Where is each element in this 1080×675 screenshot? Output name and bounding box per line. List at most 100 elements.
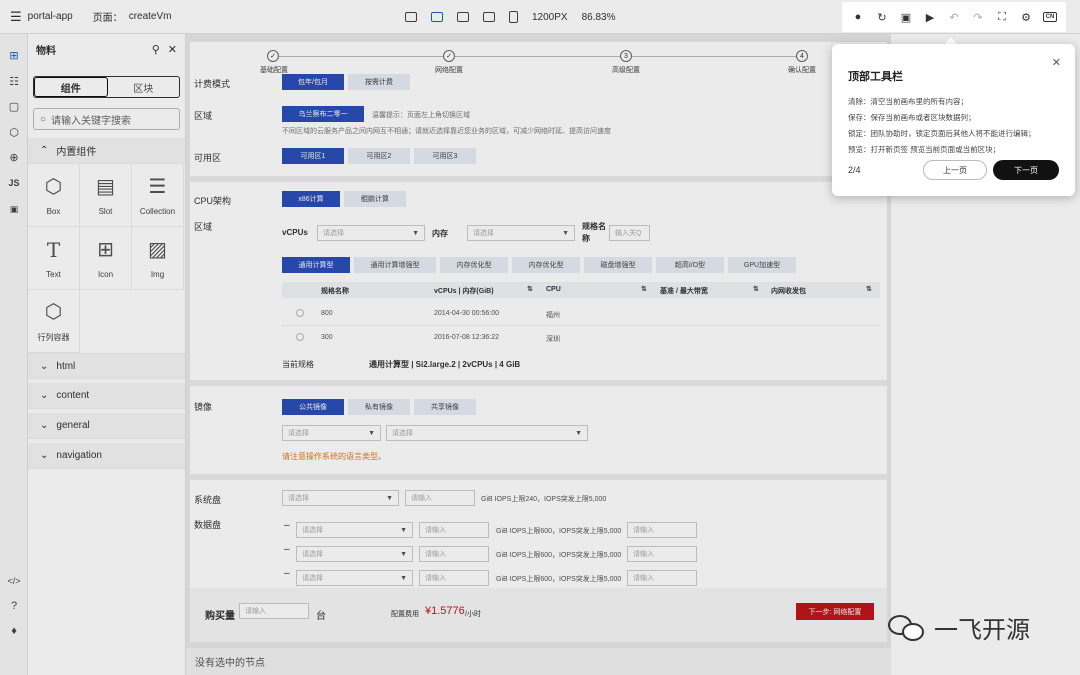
- outline-tree-icon[interactable]: ☷: [7, 74, 21, 88]
- spec-tab-gpu[interactable]: GPU加速型: [728, 257, 796, 273]
- az3-button[interactable]: 可用区3: [414, 148, 476, 164]
- sort-icon[interactable]: ⇅: [866, 285, 872, 293]
- viewport-width[interactable]: 1200PX: [532, 12, 568, 23]
- mobile-icon[interactable]: [509, 11, 518, 23]
- spec-tab-general[interactable]: 通用计算型: [282, 257, 350, 273]
- datadisk-size-input[interactable]: 请输入: [419, 546, 489, 562]
- minus-icon[interactable]: –: [284, 544, 290, 555]
- design-canvas[interactable]: ✓ ✓ 3 4 基础配置 网络配置 高级配置 确认配置 计费模式 包年/包月 按…: [186, 34, 891, 675]
- status-text: 没有选中的节点: [195, 658, 265, 669]
- save-icon[interactable]: ▣: [899, 10, 913, 24]
- tour-next-button[interactable]: 下一页: [993, 160, 1059, 180]
- sort-icon[interactable]: ⇅: [753, 285, 759, 293]
- spec-tab-general-enhanced[interactable]: 通用计算增强型: [354, 257, 436, 273]
- menu-icon[interactable]: ☰: [10, 9, 22, 25]
- datasource-icon[interactable]: ▣: [7, 202, 21, 216]
- page-icon[interactable]: ▢: [7, 99, 21, 113]
- az2-button[interactable]: 可用区2: [348, 148, 410, 164]
- search-input[interactable]: 请输入关键字搜索: [51, 112, 131, 127]
- close-icon[interactable]: ✕: [1052, 56, 1061, 69]
- datadisk-size-input[interactable]: 请输入: [419, 570, 489, 586]
- refresh-icon[interactable]: ↻: [875, 10, 889, 24]
- minus-icon[interactable]: –: [284, 520, 290, 531]
- user-icon[interactable]: ●: [851, 10, 865, 24]
- billing-ondemand-button[interactable]: 按需计费: [348, 74, 410, 90]
- zoom-level[interactable]: 86.83%: [582, 12, 616, 23]
- close-icon[interactable]: ✕: [168, 43, 177, 56]
- sort-icon[interactable]: ⇅: [641, 285, 647, 293]
- spec-tab-memory[interactable]: 内存优化型: [440, 257, 508, 273]
- component-slot[interactable]: ▤ Slot: [80, 164, 132, 227]
- component-box[interactable]: ⬡ Box: [28, 164, 80, 227]
- spec-tab-disk[interactable]: 磁盘增强型: [584, 257, 652, 273]
- preview-icon[interactable]: ▶: [923, 10, 937, 24]
- datadisk-type-select[interactable]: 请选择 ▼: [296, 570, 413, 586]
- minus-icon[interactable]: –: [284, 568, 290, 579]
- gear-icon[interactable]: ⚙: [1019, 10, 1033, 24]
- language-icon[interactable]: CN: [1042, 10, 1058, 24]
- datadisk-extra-input[interactable]: 请输入: [627, 546, 697, 562]
- component-icon[interactable]: ⊞ Icon: [80, 227, 132, 290]
- spec-search-input[interactable]: 输入关Q: [609, 225, 650, 241]
- image-version-select[interactable]: 请选择 ▼: [386, 425, 588, 441]
- spec-tab-memory2[interactable]: 内存优化型: [512, 257, 580, 273]
- component-row-col[interactable]: ⬡ 行列容器: [28, 290, 80, 353]
- page-name[interactable]: createVm: [129, 11, 172, 22]
- datadisk-type-select[interactable]: 请选择 ▼: [296, 546, 413, 562]
- kunpeng-button[interactable]: 鲲鹏计算: [344, 191, 406, 207]
- sort-icon[interactable]: ⇅: [527, 285, 533, 293]
- tablet-landscape-icon[interactable]: [457, 12, 469, 22]
- region-button[interactable]: 乌兰察布二零一: [282, 106, 364, 122]
- shared-image-button[interactable]: 共享镜像: [414, 399, 476, 415]
- datadisk-extra-input[interactable]: 请输入: [627, 570, 697, 586]
- redo-icon[interactable]: ↷: [971, 10, 985, 24]
- billing-monthly-button[interactable]: 包年/包月: [282, 74, 344, 90]
- globe-icon[interactable]: ⊕: [7, 150, 21, 164]
- group-general[interactable]: ⌄ general: [28, 413, 185, 439]
- datadisk-type-select[interactable]: 请选择 ▼: [296, 522, 413, 538]
- tablet-icon[interactable]: [483, 12, 495, 22]
- tour-prev-button[interactable]: 上一页: [923, 160, 987, 180]
- datadisk-size-input[interactable]: 请输入: [419, 522, 489, 538]
- component-img[interactable]: ▨ Img: [132, 227, 184, 290]
- group-builtin[interactable]: ⌃ 内置组件: [28, 138, 185, 164]
- vcpus-select[interactable]: 请选择 ▼: [317, 225, 425, 241]
- tab-components[interactable]: 组件: [34, 77, 108, 97]
- group-html[interactable]: ⌄ html: [28, 353, 185, 379]
- select-placeholder: 请选择: [473, 230, 494, 237]
- table-row-radio[interactable]: [296, 333, 304, 341]
- caret-down-icon: ▼: [562, 229, 569, 237]
- image-type-select[interactable]: 请选择 ▼: [282, 425, 381, 441]
- tab-blocks[interactable]: 区块: [108, 77, 180, 97]
- next-step-button[interactable]: 下一步: 网络配置: [796, 603, 874, 620]
- public-image-button[interactable]: 公共镜像: [282, 399, 344, 415]
- add-icon[interactable]: ⊞: [7, 48, 21, 62]
- sysdisk-type-select[interactable]: 请选择 ▼: [282, 490, 399, 506]
- desktop-icon[interactable]: [405, 12, 417, 22]
- group-navigation[interactable]: ⌄ navigation: [28, 443, 185, 469]
- memory-select[interactable]: 请选择 ▼: [467, 225, 575, 241]
- private-image-button[interactable]: 私有镜像: [348, 399, 410, 415]
- buy-quantity-input[interactable]: 请输入: [239, 603, 309, 619]
- laptop-icon[interactable]: [431, 12, 443, 22]
- group-content[interactable]: ⌄ content: [28, 383, 185, 409]
- x86-button[interactable]: x86计算: [282, 191, 340, 207]
- buy-unit: 台: [316, 611, 326, 622]
- az1-button[interactable]: 可用区1: [282, 148, 344, 164]
- spec-tab-io[interactable]: 超高I/O型: [656, 257, 724, 273]
- undo-icon[interactable]: ↶: [947, 10, 961, 24]
- plugin-icon[interactable]: ♦: [7, 624, 21, 638]
- js-icon[interactable]: JS: [7, 176, 21, 190]
- help-icon[interactable]: ?: [7, 599, 21, 613]
- fullscreen-icon[interactable]: ⛶: [995, 10, 1009, 24]
- datadisk-extra-input[interactable]: 请输入: [627, 522, 697, 538]
- block-icon[interactable]: ⬡: [7, 125, 21, 139]
- component-collection[interactable]: ☰ Collection: [132, 164, 184, 227]
- materials-search[interactable]: ○ 请输入关键字搜索: [33, 108, 180, 130]
- table-row-radio[interactable]: [296, 309, 304, 317]
- sysdisk-size-input[interactable]: 请输入: [405, 490, 475, 506]
- component-text[interactable]: T Text: [28, 227, 80, 290]
- pin-icon[interactable]: ⚲: [152, 43, 160, 56]
- component-label: Collection: [139, 206, 176, 216]
- code-icon[interactable]: </>: [7, 574, 21, 588]
